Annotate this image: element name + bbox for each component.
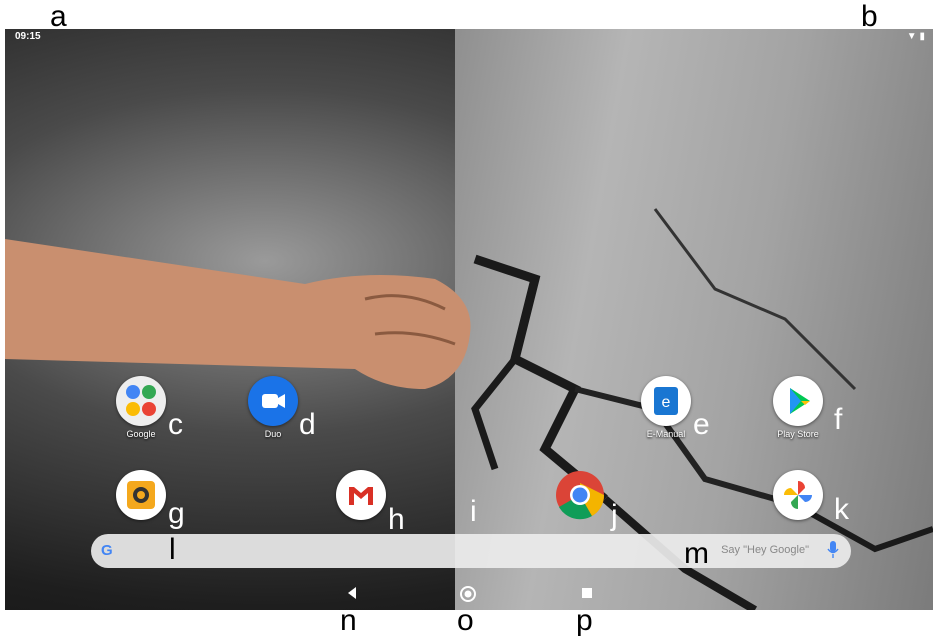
recents-icon[interactable] [581, 586, 593, 604]
callout-d: d [299, 408, 316, 441]
callout-l: l [169, 533, 176, 566]
app-photos[interactable] [763, 470, 833, 520]
callout-e: e [693, 408, 710, 441]
google-folder-icon [116, 376, 166, 426]
callout-k: k [834, 493, 849, 526]
app-emanual[interactable]: e E-Manual [631, 376, 701, 439]
status-bar: 09:15 ▼ ▮ [5, 29, 933, 45]
callout-c: c [168, 408, 183, 441]
duo-icon [248, 376, 298, 426]
callout-g: g [168, 497, 185, 530]
gmail-icon [336, 470, 386, 520]
clock: 09:15 [15, 31, 41, 42]
google-search-bar[interactable]: G Say "Hey Google" [91, 534, 851, 568]
app-duo[interactable]: Duo [238, 376, 308, 439]
callout-a: a [50, 0, 67, 33]
back-icon[interactable] [345, 586, 359, 605]
callout-o: o [457, 604, 474, 637]
status-icons: ▼ ▮ [907, 31, 925, 42]
battery-icon: ▮ [919, 31, 925, 42]
home-button-icon[interactable] [460, 586, 476, 607]
callout-p: p [576, 604, 593, 637]
app-play-store[interactable]: Play Store [763, 376, 833, 439]
app-label: Play Store [777, 429, 819, 439]
callout-n: n [340, 604, 357, 637]
google-g-icon: G [101, 542, 113, 559]
app-gmail[interactable] [326, 470, 396, 520]
home-screen: 09:15 ▼ ▮ Google c Duo d e E-Manual e Pl… [5, 29, 933, 610]
app-google-folder[interactable]: Google [106, 376, 176, 439]
app-label: Google [126, 429, 156, 439]
callout-m: m [684, 537, 709, 570]
app-chrome[interactable] [545, 470, 615, 520]
emanual-icon: e [641, 376, 691, 426]
mic-icon[interactable] [827, 541, 839, 564]
callout-h: h [388, 503, 405, 536]
search-hint: Say "Hey Google" [721, 544, 809, 556]
wifi-icon: ▼ [906, 31, 917, 42]
wallpaper-arm [5, 239, 471, 389]
callout-j: j [611, 499, 618, 532]
wallpaper-wall [455, 29, 933, 610]
app-label: E-Manual [646, 429, 686, 439]
play-store-icon [773, 376, 823, 426]
app-label: Duo [264, 429, 282, 439]
camera-icon [116, 470, 166, 520]
app-camera[interactable] [106, 470, 176, 520]
callout-b: b [861, 0, 878, 33]
svg-text:e: e [662, 394, 671, 411]
callout-i: i [470, 495, 477, 528]
photos-pinwheel-icon [773, 470, 823, 520]
callout-f: f [834, 403, 843, 436]
chrome-icon [555, 470, 605, 520]
navigation-bar [5, 579, 933, 610]
